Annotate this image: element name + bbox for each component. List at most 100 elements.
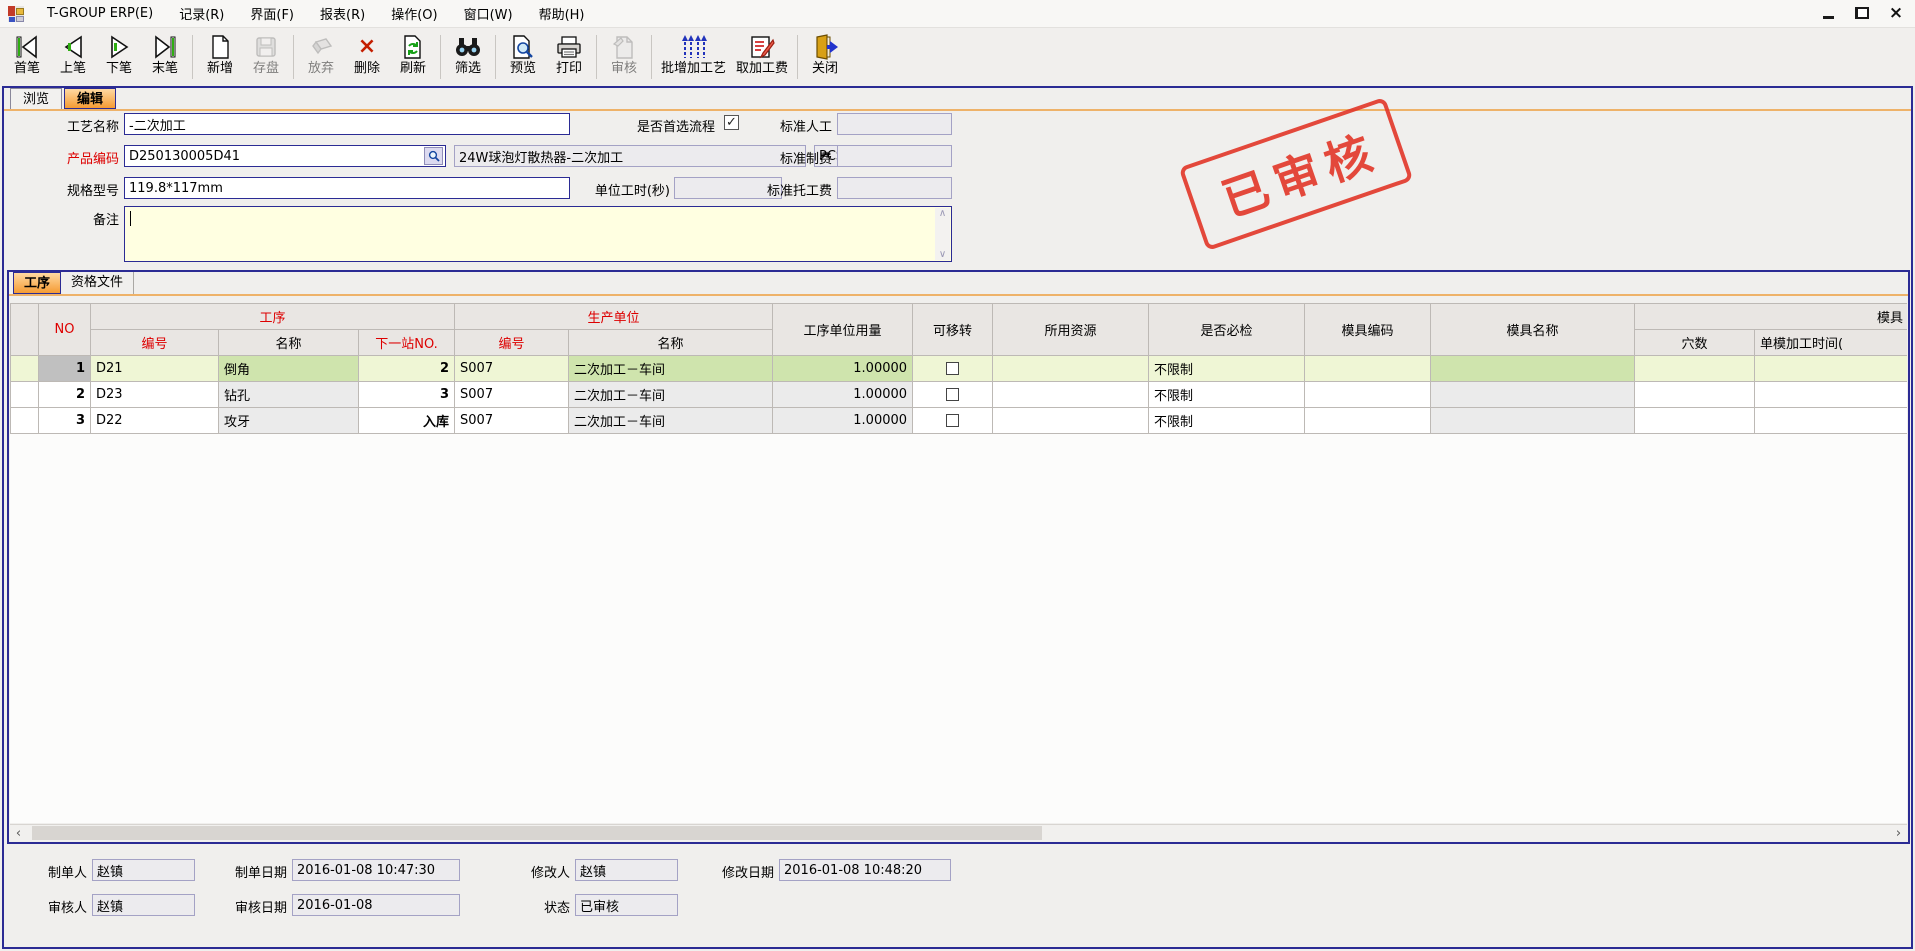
- refresh-button[interactable]: 刷新: [390, 30, 436, 84]
- menu-report[interactable]: 报表(R): [307, 0, 378, 27]
- delete-button[interactable]: × 删除: [344, 30, 390, 84]
- scroll-down-icon[interactable]: ∨: [939, 249, 946, 260]
- cell-cavities[interactable]: [1635, 356, 1755, 382]
- print-button[interactable]: 打印: [546, 30, 592, 84]
- menu-record[interactable]: 记录(R): [166, 0, 237, 27]
- cell-must-inspect[interactable]: 不限制: [1149, 408, 1305, 434]
- row-selector-cell[interactable]: [11, 382, 39, 408]
- cell-process-code[interactable]: D23: [91, 382, 219, 408]
- cell-process-code[interactable]: D22: [91, 408, 219, 434]
- scroll-up-icon[interactable]: ∧: [939, 208, 946, 219]
- remarks-scrollbar[interactable]: ∧ ∨: [935, 208, 950, 260]
- cell-mold-time[interactable]: [1755, 382, 1907, 408]
- cell-usage[interactable]: 1.00000: [773, 408, 913, 434]
- cell-resources[interactable]: [993, 356, 1149, 382]
- cell-mold-code[interactable]: [1305, 382, 1431, 408]
- menu-operation[interactable]: 操作(O): [378, 0, 450, 27]
- minimize-button[interactable]: [1819, 4, 1837, 22]
- menu-tgroup-erp[interactable]: T-GROUP ERP(E): [34, 2, 166, 25]
- get-processing-fee-button[interactable]: 取加工费: [731, 30, 793, 84]
- cell-usage[interactable]: 1.00000: [773, 356, 913, 382]
- std-labor-input[interactable]: [837, 113, 952, 135]
- close-window-button[interactable]: ×: [1887, 4, 1905, 22]
- cell-mold-time[interactable]: [1755, 408, 1907, 434]
- cell-mold-code[interactable]: [1305, 408, 1431, 434]
- subtab-qualification-files[interactable]: 资格文件: [61, 272, 134, 294]
- cell-no[interactable]: 1: [39, 356, 91, 382]
- tab-edit[interactable]: 编辑: [64, 88, 116, 109]
- product-lookup-button[interactable]: [424, 147, 443, 165]
- cell-no[interactable]: 2: [39, 382, 91, 408]
- cell-unit-code[interactable]: S007: [455, 382, 569, 408]
- cell-must-inspect[interactable]: 不限制: [1149, 382, 1305, 408]
- modifier-label: 修改人: [512, 862, 570, 881]
- cell-transferable[interactable]: [913, 408, 993, 434]
- std-outsource-fee-input[interactable]: [837, 177, 952, 199]
- subtab-process[interactable]: 工序: [13, 272, 61, 294]
- cell-process-name[interactable]: 钻孔: [219, 382, 359, 408]
- col-mold-code: 模具编码: [1305, 304, 1431, 356]
- horizontal-scrollbar[interactable]: ‹ ›: [10, 824, 1907, 841]
- scroll-right-icon[interactable]: ›: [1890, 825, 1907, 841]
- remarks-textarea[interactable]: ∧ ∨: [124, 206, 952, 262]
- prev-record-button[interactable]: 上笔: [50, 30, 96, 84]
- cell-mold-name[interactable]: [1431, 408, 1635, 434]
- std-mfg-fee-input[interactable]: [837, 145, 952, 167]
- cell-transferable[interactable]: [913, 382, 993, 408]
- tab-browse[interactable]: 浏览: [10, 88, 62, 109]
- cell-transferable[interactable]: [913, 356, 993, 382]
- cell-resources[interactable]: [993, 408, 1149, 434]
- new-button[interactable]: 新增: [197, 30, 243, 84]
- preferred-flow-checkbox[interactable]: ✓: [724, 115, 739, 130]
- process-name-input[interactable]: [124, 113, 570, 135]
- menu-help[interactable]: 帮助(H): [526, 0, 598, 27]
- audit-label: 审核: [611, 61, 637, 77]
- cell-process-name[interactable]: 攻牙: [219, 408, 359, 434]
- colgroup-unit: 生产单位: [455, 304, 773, 330]
- cell-mold-name[interactable]: [1431, 382, 1635, 408]
- cell-mold-code[interactable]: [1305, 356, 1431, 382]
- cell-unit-name[interactable]: 二次加工－车间: [569, 382, 773, 408]
- cell-next-station[interactable]: 3: [359, 382, 455, 408]
- cell-unit-code[interactable]: S007: [455, 408, 569, 434]
- menu-interface[interactable]: 界面(F): [237, 0, 307, 27]
- cell-resources[interactable]: [993, 382, 1149, 408]
- last-record-button[interactable]: 末笔: [142, 30, 188, 84]
- cell-no[interactable]: 3: [39, 408, 91, 434]
- scrollbar-thumb[interactable]: [32, 826, 1042, 840]
- restore-button[interactable]: [1853, 4, 1871, 22]
- auditor-label: 审核人: [39, 897, 87, 916]
- cell-next-station[interactable]: 入库: [359, 408, 455, 434]
- cell-cavities[interactable]: [1635, 408, 1755, 434]
- cell-next-station[interactable]: 2: [359, 356, 455, 382]
- menu-window[interactable]: 窗口(W): [451, 0, 526, 27]
- cell-cavities[interactable]: [1635, 382, 1755, 408]
- batch-add-process-button[interactable]: 批增加工艺: [656, 30, 731, 84]
- preview-button[interactable]: 预览: [500, 30, 546, 84]
- col-must-inspect: 是否必检: [1149, 304, 1305, 356]
- cell-unit-name[interactable]: 二次加工－车间: [569, 408, 773, 434]
- product-name-field: [454, 145, 806, 167]
- scroll-left-icon[interactable]: ‹: [10, 825, 27, 841]
- row-selector-cell[interactable]: [11, 408, 39, 434]
- cell-unit-code[interactable]: S007: [455, 356, 569, 382]
- cell-unit-name[interactable]: 二次加工－车间: [569, 356, 773, 382]
- cell-process-name[interactable]: 倒角: [219, 356, 359, 382]
- next-record-button[interactable]: 下笔: [96, 30, 142, 84]
- filter-button[interactable]: 筛选: [445, 30, 491, 84]
- row-selector-cell[interactable]: [11, 356, 39, 382]
- cell-usage[interactable]: 1.00000: [773, 382, 913, 408]
- discard-icon: [308, 33, 334, 61]
- transferable-checkbox[interactable]: [946, 362, 959, 375]
- cell-process-code[interactable]: D21: [91, 356, 219, 382]
- spec-model-input[interactable]: [124, 177, 570, 199]
- product-code-input[interactable]: [124, 145, 446, 167]
- cell-must-inspect[interactable]: 不限制: [1149, 356, 1305, 382]
- transferable-checkbox[interactable]: [946, 414, 959, 427]
- toolbar-separator: [293, 35, 294, 79]
- transferable-checkbox[interactable]: [946, 388, 959, 401]
- cell-mold-name[interactable]: [1431, 356, 1635, 382]
- close-form-button[interactable]: 关闭: [802, 30, 848, 84]
- first-record-button[interactable]: 首笔: [4, 30, 50, 84]
- cell-mold-time[interactable]: [1755, 356, 1907, 382]
